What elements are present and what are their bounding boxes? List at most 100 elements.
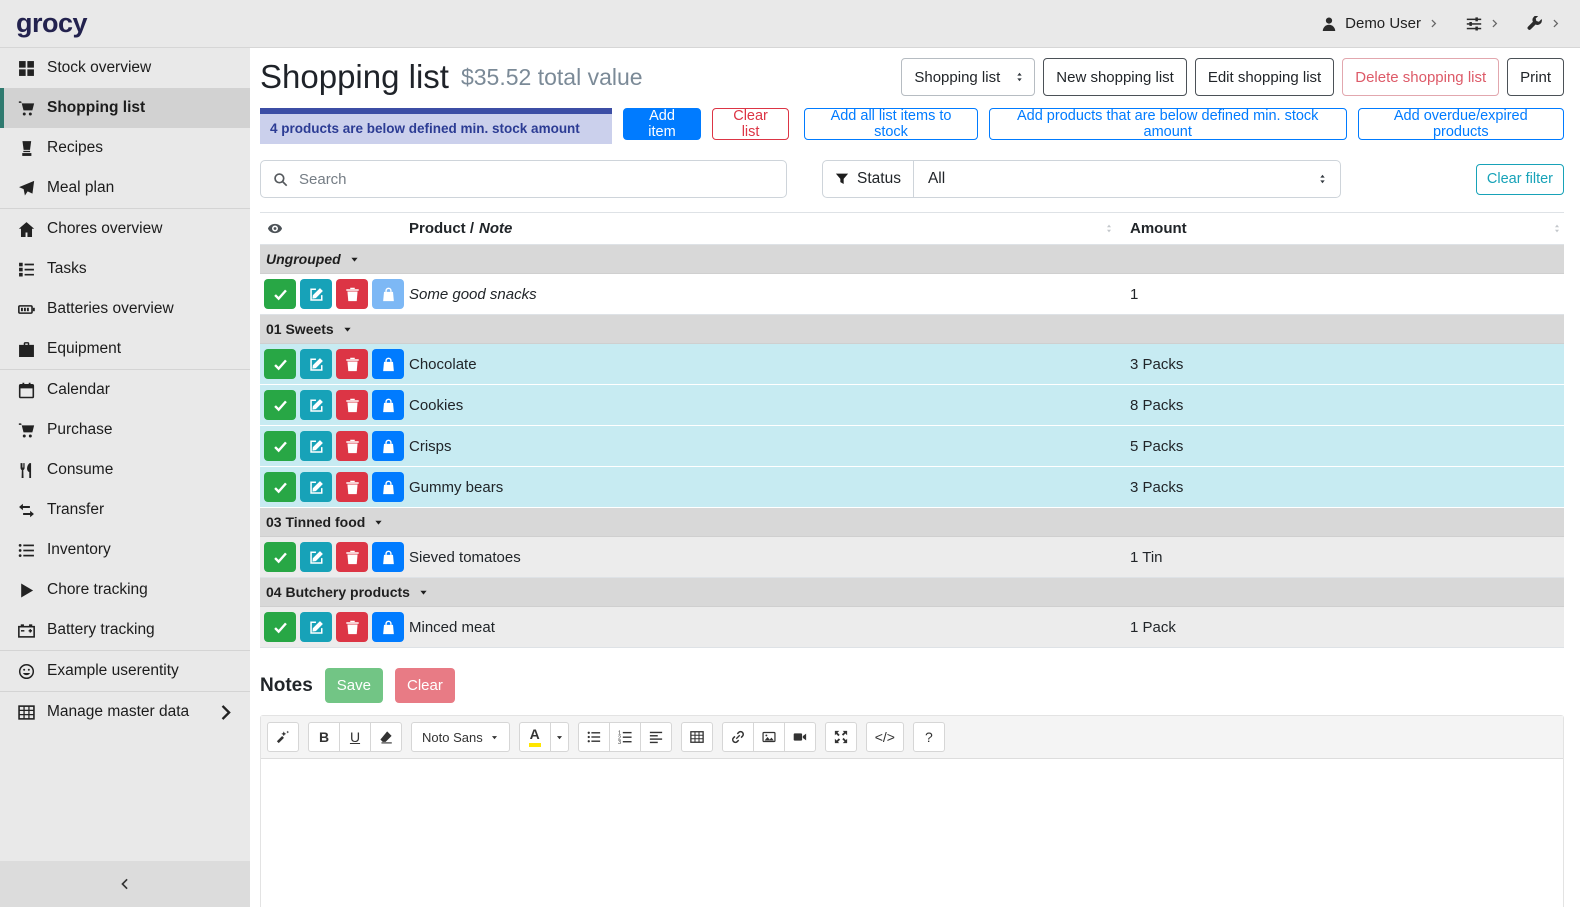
ordered-list-button[interactable] <box>609 722 641 752</box>
add-to-stock-button[interactable] <box>372 472 404 502</box>
settings-menu[interactable] <box>1466 16 1499 32</box>
add-to-stock-button[interactable] <box>372 542 404 572</box>
delete-item-button[interactable] <box>336 279 368 309</box>
edit-item-button[interactable] <box>300 349 332 379</box>
user-menu[interactable]: Demo User <box>1321 15 1438 32</box>
mark-done-button[interactable] <box>264 542 296 572</box>
edit-item-button[interactable] <box>300 542 332 572</box>
add-to-stock-button[interactable] <box>372 390 404 420</box>
clear-format-button[interactable] <box>370 722 402 752</box>
clear-notes-button[interactable]: Clear <box>395 668 455 703</box>
edit-item-button[interactable] <box>300 612 332 642</box>
clear-list-button[interactable]: Clear list <box>712 108 789 140</box>
add-overdue-button[interactable]: Add overdue/expired products <box>1358 108 1564 140</box>
edit-item-button[interactable] <box>300 472 332 502</box>
font-family-select[interactable]: Noto Sans <box>411 722 510 752</box>
edit-item-button[interactable] <box>300 390 332 420</box>
mark-done-button[interactable] <box>264 279 296 309</box>
sidebar-item-equipment[interactable]: Equipment <box>0 329 250 369</box>
mark-done-button[interactable] <box>264 390 296 420</box>
add-below-min-stock-button[interactable]: Add products that are below defined min.… <box>989 108 1347 140</box>
mark-done-button[interactable] <box>264 431 296 461</box>
status-filter-label[interactable]: Status <box>822 160 914 198</box>
unordered-list-button[interactable] <box>578 722 610 752</box>
save-notes-button[interactable]: Save <box>325 668 383 703</box>
delete-item-button[interactable] <box>336 612 368 642</box>
column-header-amount[interactable]: Amount <box>1130 220 1564 237</box>
sort-icon[interactable] <box>1104 222 1114 235</box>
eye-icon[interactable] <box>266 221 284 236</box>
add-to-stock-button[interactable] <box>372 612 404 642</box>
clear-filter-button[interactable]: Clear filter <box>1476 164 1564 195</box>
sidebar-item-batteries-overview[interactable]: Batteries overview <box>0 289 250 329</box>
font-color-button[interactable]: A <box>519 722 551 752</box>
sidebar-item-meal-plan[interactable]: Meal plan <box>0 168 250 208</box>
magic-style-button[interactable] <box>267 722 299 752</box>
group-header-row[interactable]: 01 Sweets <box>260 315 1564 344</box>
mark-done-button[interactable] <box>264 349 296 379</box>
delete-shopping-list-button[interactable]: Delete shopping list <box>1342 58 1499 96</box>
add-to-stock-button[interactable] <box>372 431 404 461</box>
fullscreen-button[interactable] <box>825 722 857 752</box>
sidebar-item-battery-tracking[interactable]: Battery tracking <box>0 610 250 650</box>
print-button[interactable]: Print <box>1507 58 1564 96</box>
underline-button[interactable]: U <box>339 722 371 752</box>
delete-item-button[interactable] <box>336 472 368 502</box>
search-input[interactable] <box>299 171 774 188</box>
sidebar-item-tasks[interactable]: Tasks <box>0 249 250 289</box>
insert-link-button[interactable] <box>722 722 754 752</box>
sidebar-item-transfer[interactable]: Transfer <box>0 490 250 530</box>
status-filter-select[interactable]: All <box>914 160 1341 198</box>
add-to-stock-button[interactable] <box>372 349 404 379</box>
notes-editing-area[interactable] <box>261 759 1563 907</box>
check-icon <box>273 398 288 413</box>
edit-item-button[interactable] <box>300 431 332 461</box>
sidebar-item-calendar[interactable]: Calendar <box>0 370 250 410</box>
insert-video-button[interactable] <box>784 722 816 752</box>
add-all-to-stock-button[interactable]: Add all list items to stock <box>804 108 978 140</box>
delete-item-button[interactable] <box>336 390 368 420</box>
sidebar-item-chore-tracking[interactable]: Chore tracking <box>0 570 250 610</box>
sidebar-item-inventory[interactable]: Inventory <box>0 530 250 570</box>
paragraph-button[interactable] <box>640 722 672 752</box>
sidebar-item-shopping-list[interactable]: Shopping list <box>0 88 250 128</box>
sidebar-item-manage-master-data[interactable]: Manage master data <box>0 692 250 732</box>
sidebar-item-consume[interactable]: Consume <box>0 450 250 490</box>
product-name: Sieved tomatoes <box>409 549 1130 566</box>
sidebar-item-recipes[interactable]: Recipes <box>0 128 250 168</box>
group-header-row[interactable]: 04 Butchery products <box>260 578 1564 607</box>
bold-button[interactable]: B <box>308 722 340 752</box>
shopping-list-row: Some good snacks1 <box>260 274 1564 315</box>
insert-table-button[interactable] <box>681 722 713 752</box>
edit-shopping-list-button[interactable]: Edit shopping list <box>1195 58 1334 96</box>
sidebar-item-example-userentity[interactable]: Example userentity <box>0 651 250 691</box>
column-header-product[interactable]: Product / Note <box>409 220 1130 237</box>
sort-icon[interactable] <box>1552 222 1562 235</box>
mark-done-button[interactable] <box>264 472 296 502</box>
code-view-button[interactable]: </> <box>866 722 904 752</box>
insert-picture-button[interactable] <box>753 722 785 752</box>
group-header-row[interactable]: 03 Tinned food <box>260 508 1564 537</box>
add-item-button[interactable]: Add item <box>623 108 701 140</box>
sidebar-item-purchase[interactable]: Purchase <box>0 410 250 450</box>
shopping-list-selector[interactable]: Shopping list <box>901 58 1035 96</box>
min-stock-alert[interactable]: 4 products are below defined min. stock … <box>260 108 612 144</box>
sidebar-item-stock-overview[interactable]: Stock overview <box>0 48 250 88</box>
delete-item-button[interactable] <box>336 431 368 461</box>
delete-item-button[interactable] <box>336 349 368 379</box>
mark-done-button[interactable] <box>264 612 296 642</box>
group-header-row[interactable]: Ungrouped <box>260 245 1564 274</box>
sidebar-item-chores-overview[interactable]: Chores overview <box>0 209 250 249</box>
font-color-dropdown-button[interactable] <box>550 722 569 752</box>
app-logo[interactable]: grocy <box>16 8 87 39</box>
sidebar-item-label: Shopping list <box>47 99 145 117</box>
sidebar-collapse-button[interactable] <box>0 861 250 907</box>
help-button[interactable]: ? <box>913 722 945 752</box>
add-to-stock-button[interactable] <box>372 279 404 309</box>
delete-item-button[interactable] <box>336 542 368 572</box>
edit-item-button[interactable] <box>300 279 332 309</box>
new-shopping-list-button[interactable]: New shopping list <box>1043 58 1187 96</box>
admin-menu[interactable] <box>1527 16 1560 32</box>
smile-icon <box>18 663 35 680</box>
editor-toolbar: B U Noto Sans A <box>261 716 1563 759</box>
